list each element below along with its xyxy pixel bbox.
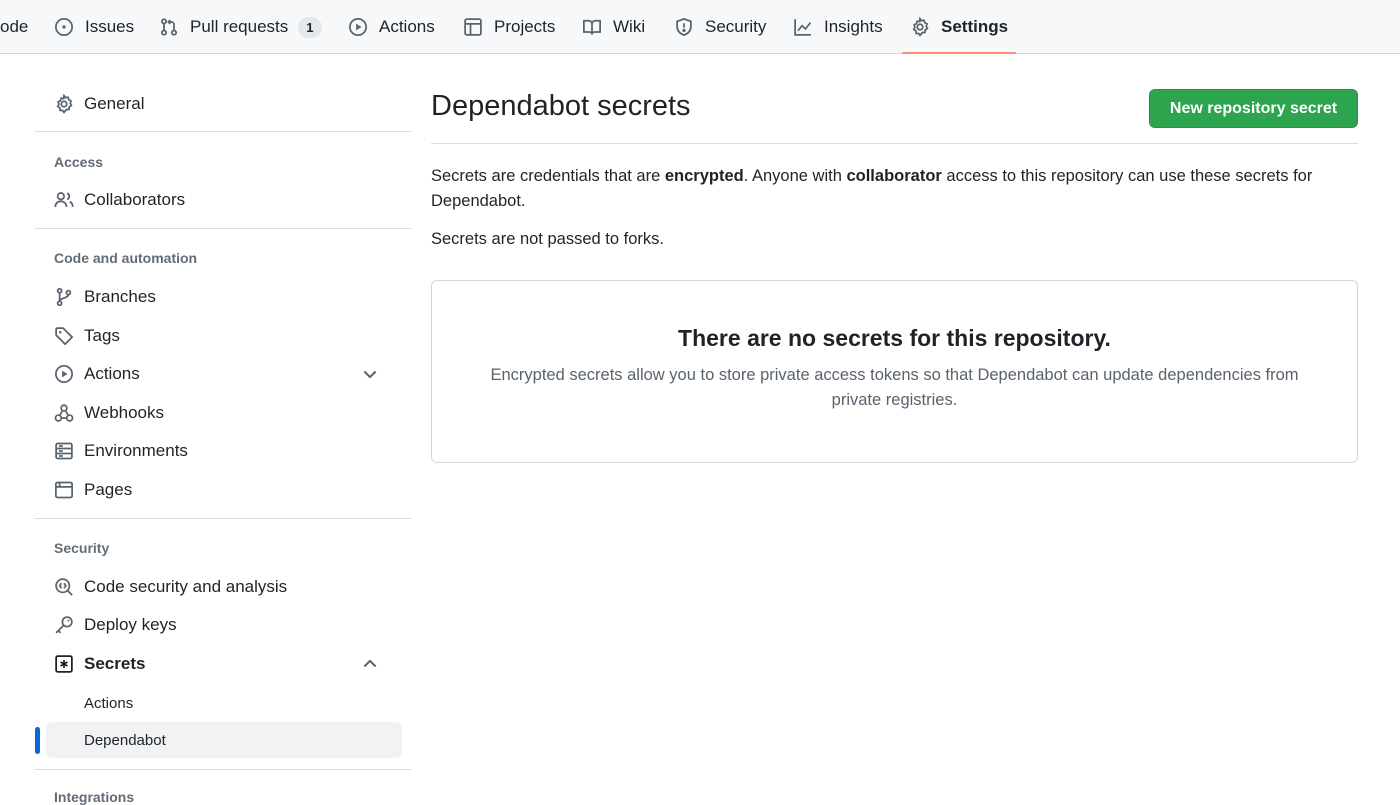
secrets-description: Secrets are credentials that are encrypt… [431,164,1331,214]
tab-wiki[interactable]: Wiki [582,0,645,54]
sidebar-item-label: Environments [84,441,188,460]
sidebar-item-tags[interactable]: Tags [54,320,400,352]
sidebar-item-label: Secrets [84,654,146,673]
play-icon [55,365,73,383]
git-branch-icon [56,287,72,307]
sidebar-item-label: Actions [84,364,140,383]
book-icon [583,19,601,35]
sidebar-divider [35,518,412,519]
tab-insights[interactable]: Insights [793,0,883,54]
forks-note: Secrets are not passed to forks. [431,230,664,248]
desc-emphasis-collaborator: collaborator [846,167,942,185]
sidebar-item-label: Tags [84,326,120,345]
table-icon [464,18,482,36]
sidebar-divider [35,131,412,132]
sidebar-item-label: General [84,94,145,113]
sidebar-item-label: Collaborators [84,190,186,209]
sidebar-divider [35,228,412,229]
active-item-indicator [35,727,40,754]
sidebar-item-pages[interactable]: Pages [54,474,400,506]
sidebar-item-environments[interactable]: Environments [54,435,400,467]
sidebar-item-collaborators[interactable]: Collaborators [54,184,400,216]
page-title: Dependabot secrets [431,90,691,122]
chevron-up-icon[interactable] [360,654,380,674]
sidebar-item-label: Deploy keys [84,615,177,634]
sidebar-item-deploy-keys[interactable]: Deploy keys [54,609,400,641]
graph-icon [794,19,812,36]
sidebar-heading-security: Security [54,540,110,556]
tab-settings-label: Settings [941,17,1009,36]
tab-pull-requests-label: Pull requests [190,17,289,36]
sidebar-subitem-actions-secrets[interactable]: Actions [46,685,402,721]
tab-issues[interactable]: Issues [54,0,134,54]
codescan-icon [55,578,73,596]
sidebar-item-general[interactable]: General [54,88,400,120]
play-icon [349,18,367,36]
sidebar-item-actions[interactable]: Actions [54,358,400,390]
tab-projects-label: Projects [494,17,556,36]
sidebar-item-label: Webhooks [84,403,165,422]
pull-requests-counter: 1 [298,16,322,38]
tag-icon [55,327,74,346]
sidebar-item-branches[interactable]: Branches [54,281,400,313]
tab-pull-requests[interactable]: Pull requests 1 [159,0,322,54]
sidebar-heading-integrations: Integrations [54,789,135,805]
key-icon [55,616,73,634]
git-pull-request-icon [160,18,178,36]
key-asterisk-icon [55,655,73,673]
sidebar-item-code-security[interactable]: Code security and analysis [54,571,400,603]
sidebar-divider [35,769,412,770]
sidebar-item-webhooks[interactable]: Webhooks [54,397,400,429]
blankslate-title: There are no secrets for this repository… [678,325,1111,351]
gear-icon [912,17,929,37]
tab-settings[interactable]: Settings [901,0,1017,54]
chevron-down-icon[interactable] [360,364,380,384]
desc-text: . Anyone with [743,167,847,185]
new-repository-secret-button[interactable]: New repository secret [1149,89,1358,128]
repo-nav: ode Issues Pull requests 1 Actions Proje… [0,0,1400,54]
tab-actions[interactable]: Actions [348,0,435,54]
issue-opened-icon [55,18,73,36]
tab-insights-label: Insights [824,17,883,36]
people-icon [54,192,74,207]
sidebar-item-label: Code security and analysis [84,577,288,596]
tab-code-label: ode [0,17,29,36]
tab-actions-label: Actions [379,17,435,36]
tab-security[interactable]: Security [674,0,766,54]
blankslate: There are no secrets for this repository… [431,280,1358,463]
tab-security-label: Security [705,17,767,36]
tab-issues-label: Issues [85,17,135,36]
shield-icon [676,17,692,37]
desc-emphasis-encrypted: encrypted [664,167,744,185]
webhook-icon [54,404,74,422]
gear-icon [56,94,73,114]
desc-text: Secrets are credentials that are [431,167,665,185]
tab-code[interactable]: ode [0,0,28,54]
blankslate-description: Encrypted secrets allow you to store pri… [490,366,1299,409]
sidebar-heading-access: Access [54,154,104,170]
sidebar-item-secrets[interactable]: Secrets [54,648,400,680]
browser-icon [55,481,73,499]
sidebar-subitem-dependabot-secrets[interactable]: Dependabot [46,722,402,758]
sidebar-heading-code-automation: Code and automation [54,250,198,266]
server-icon [55,442,73,460]
sidebar-item-label: Pages [84,480,133,499]
tab-wiki-label: Wiki [613,17,646,36]
tab-projects[interactable]: Projects [463,0,555,54]
sidebar-item-label: Branches [84,287,156,306]
title-divider [431,143,1358,144]
